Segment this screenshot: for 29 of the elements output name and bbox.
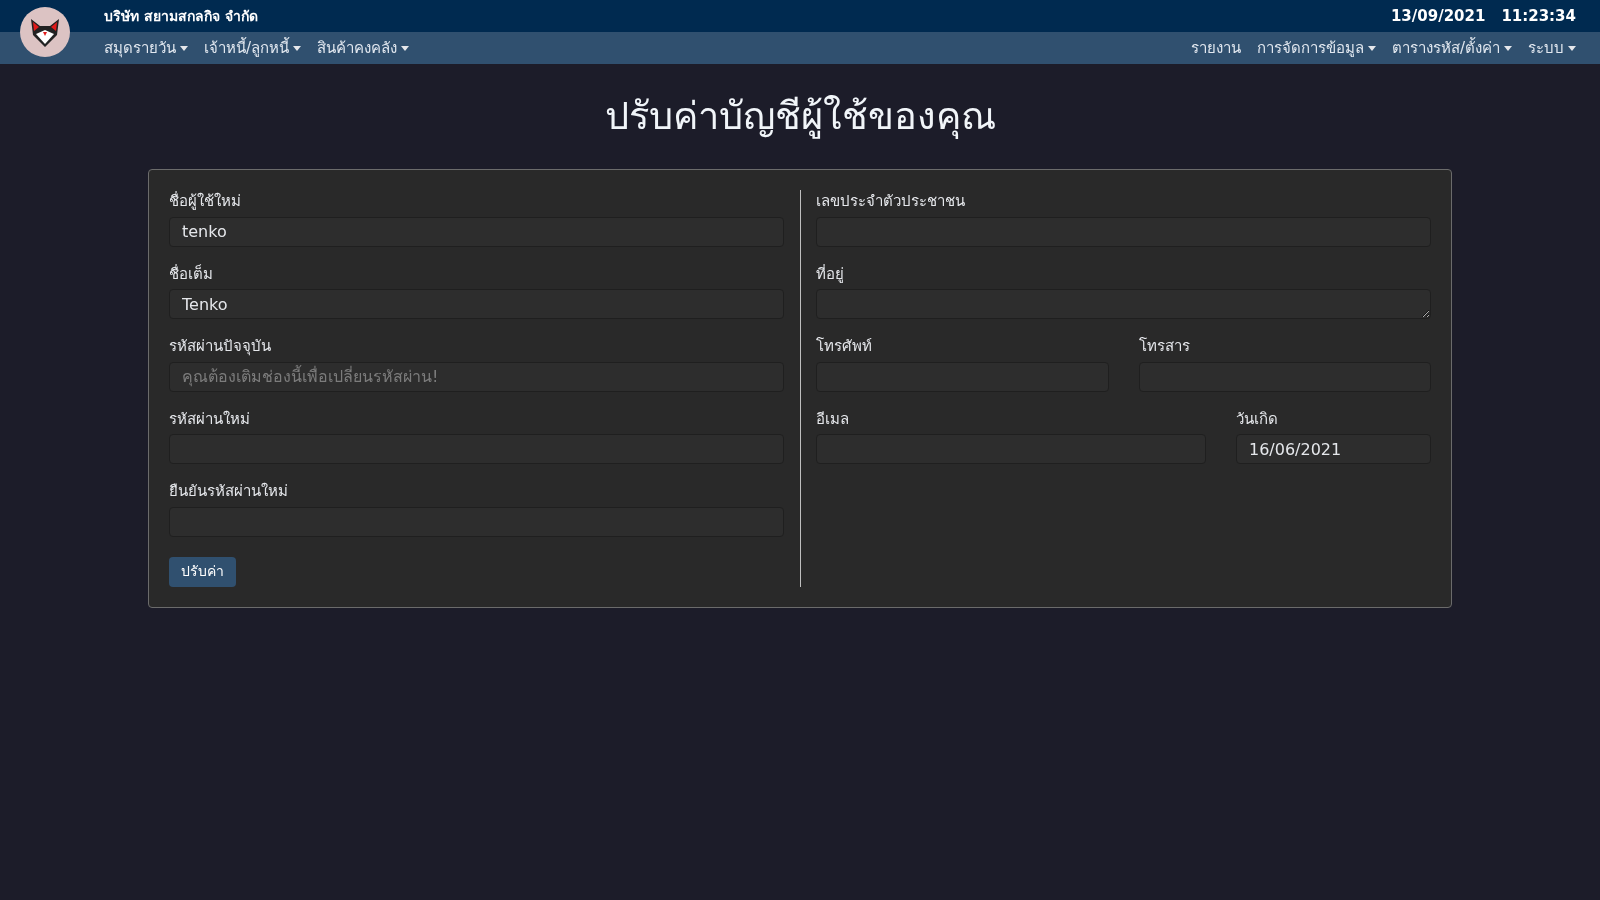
company-name: บริษัท สยามสกลกิจ จำกัด xyxy=(104,6,258,26)
fox-logo-icon[interactable] xyxy=(20,7,70,57)
field-label: รหัสผ่านปัจจุบัน xyxy=(169,336,272,358)
menu-item[interactable]: เจ้าหนี้/ลูกหนี้ xyxy=(196,36,310,60)
field-label: ที่อยู่ xyxy=(816,263,845,285)
input-field[interactable]: คุณต้องเติมช่องนี้เพื่อเปลี่ยนรหัสผ่าน! xyxy=(169,361,784,392)
menu-item[interactable]: สมุดรายวัน xyxy=(96,36,196,60)
input-field[interactable]: tenko xyxy=(169,216,784,247)
date-text: 13/09/2021 xyxy=(1390,5,1486,27)
menu-item[interactable]: รายงาน xyxy=(1182,36,1249,60)
page-title: ปรับค่าบัญชีผู้ใช้ของคุณ xyxy=(603,93,997,141)
clock-text: 11:23:34 xyxy=(1501,5,1576,27)
submit-button[interactable]: ปรับค่า xyxy=(169,556,236,587)
field-label: อีเมล xyxy=(816,408,850,430)
field-label: รหัสผ่านใหม่ xyxy=(169,408,251,430)
menu-item[interactable]: การจัดการข้อมูล xyxy=(1248,36,1384,60)
field-label: โทรศัพท์ xyxy=(816,336,873,357)
menu-item[interactable]: สินค้าคงคลัง xyxy=(309,36,418,60)
field-label: ชื่อเต็ม xyxy=(169,263,214,285)
menu-item[interactable]: ตารางรหัส/ตั้งค่า xyxy=(1383,36,1520,60)
text-area[interactable] xyxy=(816,289,1431,319)
field-label: ยืนยันรหัสผ่านใหม่ xyxy=(169,481,289,502)
field-label: ชื่อผู้ใช้ใหม่ xyxy=(169,190,242,212)
menu-item[interactable]: ระบบ xyxy=(1520,36,1584,60)
input-field[interactable]: 16/06/2021 xyxy=(1236,434,1431,464)
input-field[interactable]: Tenko xyxy=(169,289,784,319)
field-label: โทรสาร xyxy=(1138,336,1191,357)
field-label: วันเกิด xyxy=(1236,408,1279,430)
field-label: เลขประจำตัวประชาชน xyxy=(816,191,966,212)
